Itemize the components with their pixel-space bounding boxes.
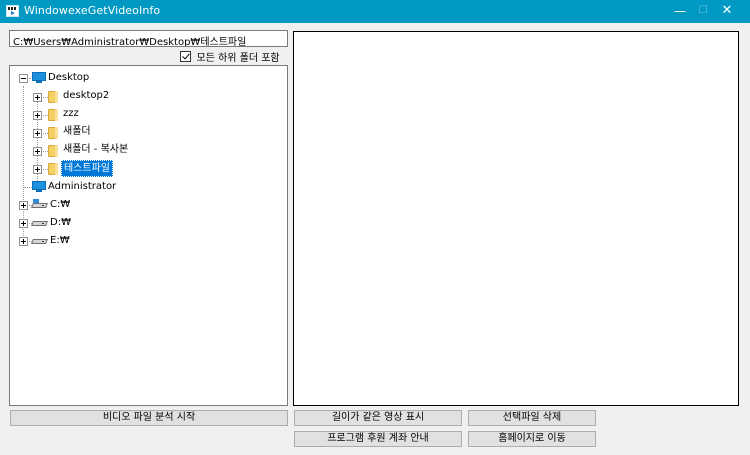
collapse-toggle-desktop[interactable] — [19, 74, 28, 83]
expand-toggle[interactable] — [19, 237, 28, 246]
tree-node-zzz[interactable]: zzz — [61, 106, 81, 121]
include-subfolders-label: 모든 하위 폴더 포함 — [196, 53, 280, 64]
folder-icon — [48, 145, 58, 157]
tree-node-drive-c[interactable]: C:₩ — [48, 197, 72, 212]
start-analysis-button[interactable]: 비디오 파일 분석 시작 — [10, 410, 288, 426]
donation-info-button[interactable]: 프로그램 후원 계좌 안내 — [294, 431, 462, 447]
tree-node-new-folder[interactable]: 새폴더 — [61, 124, 93, 139]
show-same-length-button[interactable]: 길이가 같은 영상 표시 — [294, 410, 462, 426]
tree-line — [24, 187, 32, 188]
folder-tree[interactable]: Desktop desktop2 zzz 새폴더 새폴더 - 복사본 테스트파일… — [9, 65, 288, 406]
homepage-button[interactable]: 홈페이지로 이동 — [468, 431, 596, 447]
app-icon — [6, 5, 19, 17]
tree-node-administrator[interactable]: Administrator — [46, 179, 118, 194]
close-button[interactable]: ✕ — [704, 0, 750, 23]
desktop-icon — [32, 72, 46, 84]
system-drive-icon — [31, 199, 48, 210]
expand-toggle[interactable] — [33, 129, 42, 138]
folder-icon — [48, 127, 58, 139]
expand-toggle[interactable] — [33, 93, 42, 102]
tree-node-new-folder-copy[interactable]: 새폴더 - 복사본 — [61, 142, 130, 157]
drive-icon — [31, 217, 48, 228]
expand-toggle[interactable] — [19, 201, 28, 210]
tree-node-drive-d[interactable]: D:₩ — [48, 215, 73, 230]
folder-icon — [48, 109, 58, 121]
tree-node-test-files-selected[interactable]: 테스트파일 — [61, 160, 113, 177]
user-folder-icon — [32, 181, 46, 193]
title-bar: WindowexeGetVideoInfo — ☐ ✕ — [0, 0, 750, 23]
tree-node-desktop2[interactable]: desktop2 — [61, 88, 111, 103]
tree-node-drive-e[interactable]: E:₩ — [48, 233, 72, 248]
expand-toggle[interactable] — [33, 147, 42, 156]
include-subfolders-checkbox[interactable] — [180, 51, 191, 62]
folder-icon — [48, 163, 58, 175]
expand-toggle[interactable] — [19, 219, 28, 228]
drive-icon — [31, 235, 48, 246]
main-window-body: C:₩Users₩Administrator₩Desktop₩테스트파일 모든 … — [1, 23, 749, 454]
include-subfolders-option[interactable]: 모든 하위 폴더 포함 — [180, 49, 280, 64]
folder-icon — [48, 91, 58, 103]
window-title: WindowexeGetVideoInfo — [24, 4, 161, 17]
delete-selected-button[interactable]: 선택파일 삭제 — [468, 410, 596, 426]
path-field[interactable]: C:₩Users₩Administrator₩Desktop₩테스트파일 — [9, 30, 288, 47]
expand-toggle[interactable] — [33, 165, 42, 174]
video-list-panel[interactable] — [293, 31, 739, 406]
expand-toggle[interactable] — [33, 111, 42, 120]
tree-node-desktop[interactable]: Desktop — [46, 70, 91, 85]
